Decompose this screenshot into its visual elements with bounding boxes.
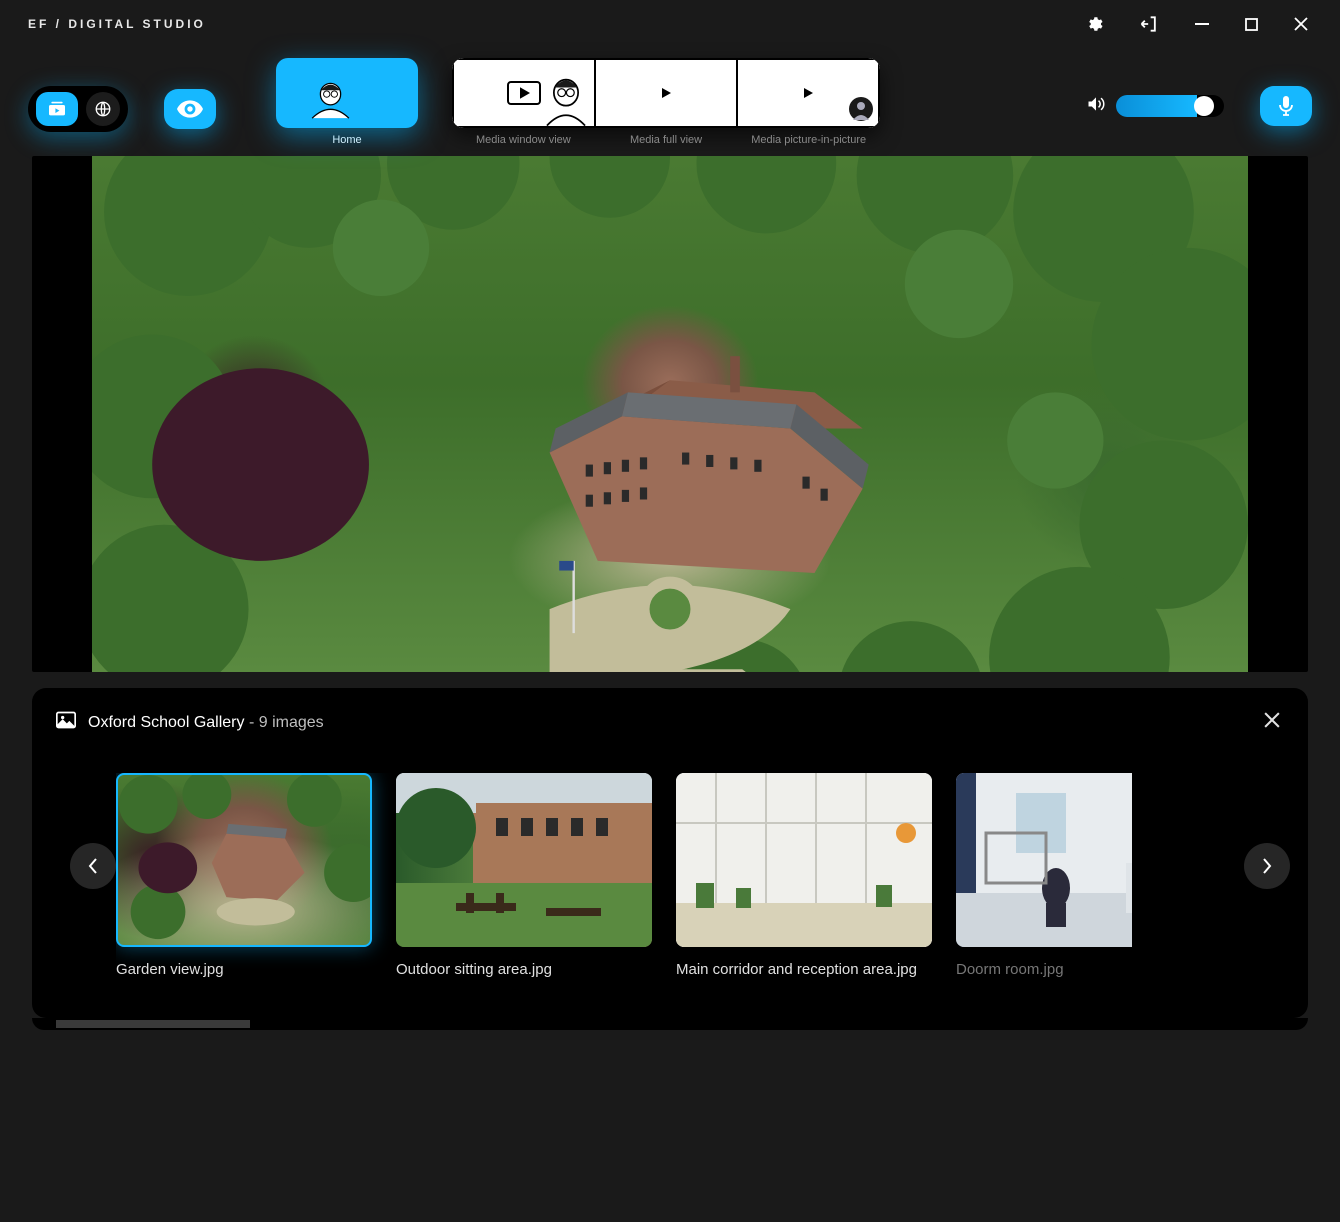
tab-media-pip-label: Media picture-in-picture	[737, 134, 880, 146]
media-library-button[interactable]	[36, 92, 78, 126]
visibility-button[interactable]	[164, 89, 216, 129]
gallery-next-button[interactable]	[1244, 843, 1290, 889]
volume-knob[interactable]	[1194, 96, 1214, 116]
gear-icon[interactable]	[1081, 11, 1107, 37]
close-icon[interactable]	[1290, 13, 1312, 35]
gallery-thumb-image	[396, 773, 652, 947]
gallery-thumb-label: Garden view.jpg	[116, 961, 372, 978]
gallery-item[interactable]: Garden view.jpg	[116, 773, 372, 978]
gallery-item[interactable]: Doorm room.jpg	[956, 773, 1132, 978]
gallery-thumb-image	[676, 773, 932, 947]
volume-slider[interactable]	[1116, 95, 1224, 117]
scrollbar-thumb[interactable]	[56, 1020, 250, 1028]
gallery-strip: Garden view.jpg Outdoor sitting area.jpg…	[56, 773, 1284, 978]
tab-media-full-label: Media full view	[595, 134, 738, 146]
tab-media-pip[interactable]	[738, 58, 880, 128]
volume-fill	[1116, 95, 1197, 117]
speaker-icon[interactable]	[1086, 95, 1106, 118]
gallery-header: Oxford School Gallery - 9 images	[56, 708, 1284, 737]
main-image-content	[92, 156, 1248, 672]
tab-home[interactable]: Home	[276, 58, 418, 146]
tab-media-window-label: Media window view	[452, 134, 595, 146]
gallery-thumb-image	[116, 773, 372, 947]
tab-home-label: Home	[332, 134, 361, 146]
gallery-thumb-label: Main corridor and reception area.jpg	[676, 961, 932, 978]
gallery-thumb-label: Doorm room.jpg	[956, 961, 1132, 978]
gallery-close-button[interactable]	[1260, 708, 1284, 737]
title-bar: EF / DIGITAL STUDIO	[0, 0, 1340, 48]
gallery-thumbs: Garden view.jpg Outdoor sitting area.jpg…	[116, 773, 1132, 978]
gallery-thumb-image	[956, 773, 1132, 947]
view-mode-tabs: Home	[276, 58, 880, 146]
media-globe-pill	[28, 86, 128, 132]
tab-home-thumb	[276, 58, 418, 128]
gallery-item[interactable]: Outdoor sitting area.jpg	[396, 773, 652, 978]
logout-icon[interactable]	[1135, 10, 1163, 38]
maximize-icon[interactable]	[1241, 14, 1262, 35]
toolbar-left	[28, 58, 216, 132]
media-view-triplet	[452, 58, 880, 128]
gallery-thumb-label: Outdoor sitting area.jpg	[396, 961, 652, 978]
mic-button[interactable]	[1260, 86, 1312, 126]
gallery-item[interactable]: Main corridor and reception area.jpg	[676, 773, 932, 978]
app-title: EF / DIGITAL STUDIO	[28, 17, 206, 31]
main-media-viewer[interactable]	[32, 156, 1308, 672]
horizontal-scrollbar[interactable]	[32, 1018, 1308, 1030]
tab-media-full[interactable]	[596, 58, 738, 128]
gallery-panel: Oxford School Gallery - 9 images Garden …	[32, 688, 1308, 1018]
window-controls	[1081, 10, 1312, 38]
toolbar-right	[1086, 58, 1312, 126]
minimize-icon[interactable]	[1191, 13, 1213, 35]
globe-button[interactable]	[86, 92, 120, 126]
tab-media-window[interactable]	[452, 58, 596, 128]
gallery-title: Oxford School Gallery - 9 images	[88, 714, 324, 732]
triplet-labels: Media window view Media full view Media …	[452, 134, 880, 146]
gallery-prev-button[interactable]	[70, 843, 116, 889]
volume-control	[1086, 95, 1224, 118]
image-icon	[56, 711, 76, 734]
toolbar: Home	[0, 48, 1340, 156]
